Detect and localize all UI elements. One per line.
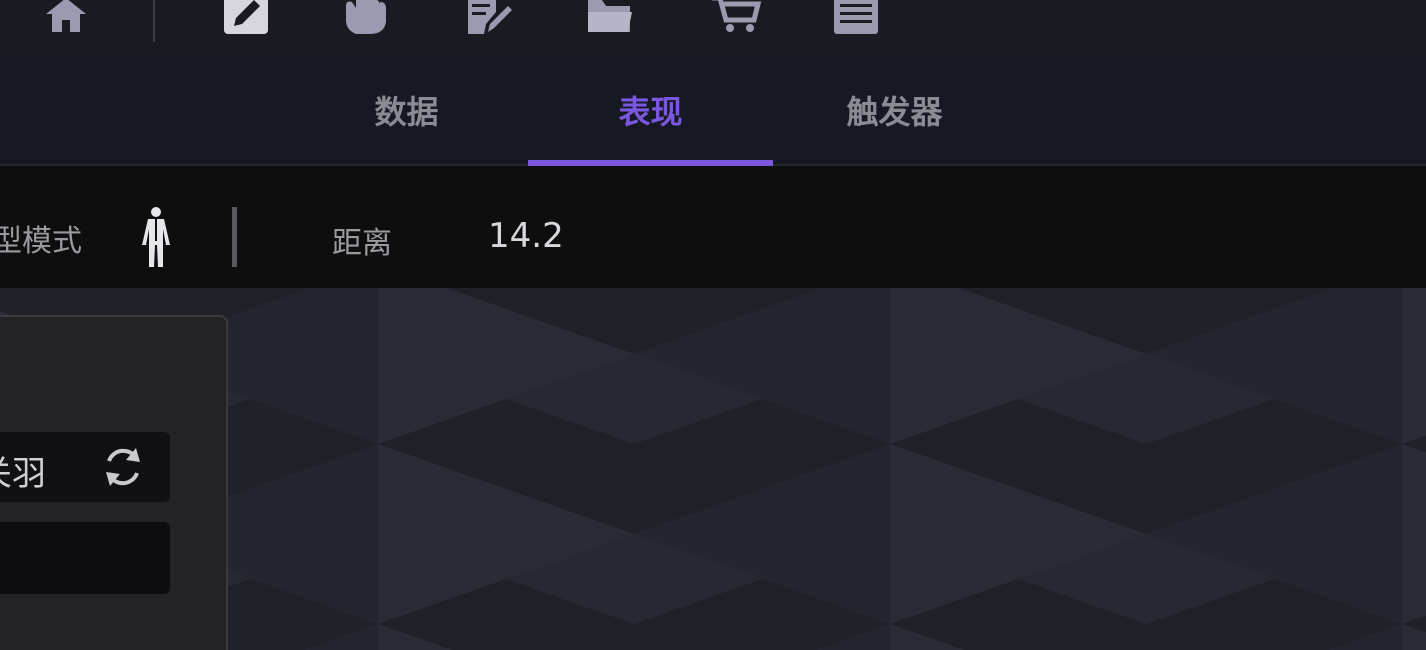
- edit-pencil-icon[interactable]: [220, 0, 272, 36]
- character-name: 关羽: [0, 454, 46, 494]
- list-icon[interactable]: [830, 0, 882, 36]
- mode-divider: [232, 207, 237, 267]
- tab-performance[interactable]: 表现: [528, 56, 773, 164]
- distance-value[interactable]: 14.2: [488, 216, 564, 256]
- view-mode-bar: [0, 166, 1426, 288]
- top-toolbar: [0, 0, 1426, 56]
- person-figure-icon[interactable]: [136, 205, 176, 269]
- tab-data[interactable]: 数据: [284, 56, 529, 164]
- folder-icon[interactable]: [584, 0, 636, 36]
- cart-icon[interactable]: [710, 0, 762, 36]
- refresh-icon[interactable]: [100, 444, 146, 490]
- hand-icon[interactable]: [340, 0, 392, 36]
- tab-triggers[interactable]: 触发器: [772, 56, 1017, 164]
- home-icon[interactable]: [40, 0, 92, 36]
- secondary-field[interactable]: [0, 522, 170, 594]
- toolbar-divider: [153, 0, 155, 42]
- document-edit-icon[interactable]: [462, 0, 514, 36]
- model-mode-label: 型模式: [0, 224, 82, 259]
- distance-label: 距离: [332, 226, 392, 261]
- editor-window: 数据 表现 触发器 型模式 距离 14.2 羽: [0, 0, 1426, 650]
- tab-bar: 数据 表现 触发器: [0, 56, 1426, 165]
